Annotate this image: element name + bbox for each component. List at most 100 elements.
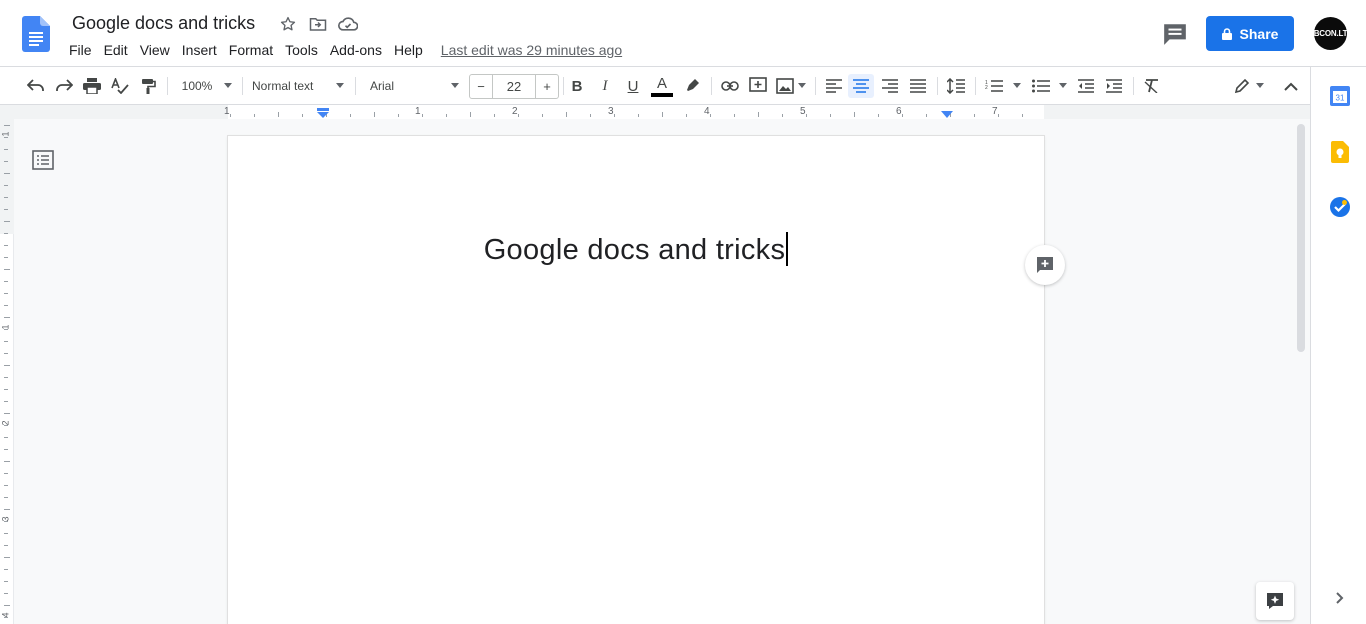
document-body-text[interactable]: Google docs and tricks [228,232,1044,267]
ruler-tick [806,114,807,117]
menu-insert[interactable]: Insert [176,40,223,60]
vertical-ruler[interactable]: 1 1 2 3 4 [0,119,14,624]
docs-logo-icon[interactable] [22,16,50,52]
ruler-label: 1 [224,106,230,117]
ruler-tick [350,114,351,117]
google-docs-window: Google docs and tricks File Edit View In… [0,0,1366,624]
vruler-tick [4,281,8,282]
decrease-font-size-button[interactable]: − [470,75,493,98]
google-calendar-icon[interactable]: 31 [1329,85,1351,107]
print-icon[interactable] [80,74,104,98]
vruler-tick [4,125,10,126]
ruler-tick [734,114,735,117]
vruler-tick [4,569,8,570]
calendar-date: 31 [1336,94,1345,103]
google-keep-icon[interactable] [1329,141,1351,163]
toolbar: 100% Normal text Arial [0,67,1310,105]
comments-icon[interactable] [1162,22,1188,46]
vruler-tick [4,533,8,534]
undo-icon[interactable] [24,74,48,98]
vruler-tick [4,221,10,222]
ruler-tick [374,112,375,117]
vruler-tick [4,233,8,234]
ruler-tick [542,114,543,117]
vruler-tick [4,461,10,462]
document-title[interactable]: Google docs and tricks [72,13,255,34]
ruler-tick [230,114,231,117]
vruler-tick [4,401,8,402]
vruler-tick [4,305,8,306]
ruler-tick [710,114,711,117]
zoom-select[interactable]: 100% [176,74,218,98]
share-label: Share [1239,25,1279,42]
font-size-stepper: − 22 + [469,74,559,99]
zoom-caret-icon[interactable] [224,83,232,88]
ruler-tick [638,114,639,117]
redo-icon[interactable] [52,74,76,98]
right-indent-marker-icon[interactable] [941,111,953,119]
vruler-tick [4,509,10,510]
vruler-tick [4,557,10,558]
explore-button[interactable] [1256,582,1294,620]
vruler-tick [4,377,8,378]
style-caret-icon[interactable] [336,83,344,88]
vruler-tick [4,293,8,294]
vruler-tick [4,269,10,270]
lock-icon [1221,27,1232,40]
document-outline-icon[interactable] [32,150,54,170]
vruler-tick [4,425,8,426]
ruler-tick [1022,114,1023,117]
ruler-tick [758,112,759,117]
vertical-scrollbar[interactable] [1296,124,1306,624]
ruler-tick [902,114,903,117]
menu-file[interactable]: File [63,40,98,60]
ruler-tick [974,114,975,117]
scrollbar-thumb[interactable] [1297,124,1305,352]
font-family-select[interactable]: Arial [370,74,430,98]
ruler-label: 1 [415,106,421,117]
share-button[interactable]: Share [1206,16,1294,51]
increase-font-size-button[interactable]: + [535,75,558,98]
left-indent-marker-icon[interactable] [317,108,329,119]
font-size-input[interactable]: 22 [493,75,535,98]
ruler-label: 3 [608,106,614,117]
expand-side-panel-chevron-icon[interactable] [1329,587,1351,609]
move-to-folder-icon[interactable] [308,14,328,34]
ruler-tick [494,114,495,117]
font-caret-icon[interactable] [451,83,459,88]
document-page[interactable]: Google docs and tricks [228,136,1044,624]
toolbar-divider [242,77,243,95]
paragraph-style-select[interactable]: Normal text [252,74,326,98]
vruler-tick [4,137,8,138]
ruler-label: 7 [992,106,998,117]
horizontal-ruler[interactable]: 1 1 2 3 4 5 6 7 [224,105,1044,119]
vruler-tick [4,329,8,330]
toolbar-divider [355,77,356,95]
ruler-tick [830,114,831,117]
paint-format-icon[interactable] [136,74,160,98]
menu-view[interactable]: View [134,40,176,60]
menu-format[interactable]: Format [223,40,279,60]
menu-edit[interactable]: Edit [98,40,134,60]
ruler-tick [422,114,423,117]
add-comment-icon [1037,257,1053,273]
vruler-tick [4,317,10,318]
menu-tools[interactable]: Tools [279,40,324,60]
vruler-tick [4,245,8,246]
last-edit-link[interactable]: Last edit was 29 minutes ago [441,42,622,58]
ruler-tick [998,114,999,117]
avatar[interactable]: BCON.LT [1314,17,1347,50]
vruler-tick [4,185,8,186]
toolbar-divider [167,77,168,95]
cloud-saved-icon[interactable] [338,14,358,34]
ruler-tick [470,112,471,117]
document-heading[interactable]: Google docs and tricks [484,234,786,266]
side-panel: 31 [1310,67,1366,624]
add-comment-button[interactable] [1025,245,1065,285]
menu-add-ons[interactable]: Add-ons [324,40,388,60]
star-icon[interactable] [278,14,298,34]
vruler-tick [4,413,10,414]
menu-help[interactable]: Help [388,40,429,60]
google-tasks-icon[interactable] [1329,196,1351,218]
spellcheck-icon[interactable] [108,74,132,98]
